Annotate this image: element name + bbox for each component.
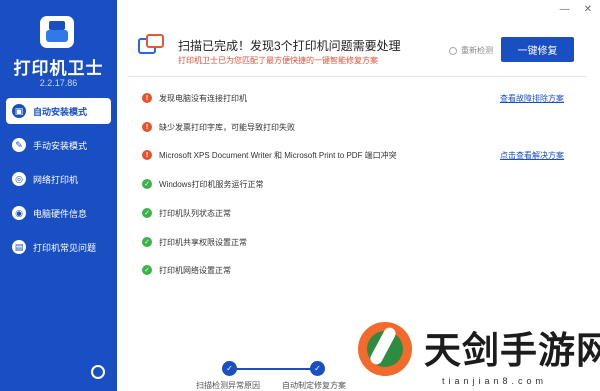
chip-icon: ◉ (12, 206, 26, 220)
site-watermark: 天剑手游网 tianjian8.com (346, 318, 600, 391)
sidebar-item-auto-install[interactable]: ▣ 自动安装模式 (6, 98, 111, 124)
progress-steps: ✓ ✓ 扫描检测异常原因 自动制定修复方案 (196, 361, 346, 391)
issue-text: Microsoft XPS Document Writer 和 Microsof… (159, 150, 397, 160)
issue-text: Windows打印机服务运行正常 (159, 179, 264, 189)
wrench-icon: ✎ (12, 138, 26, 152)
issue-text: 打印机队列状态正常 (159, 208, 231, 218)
scan-complete-icon (138, 34, 164, 56)
issue-row: ✓ 打印机队列状态正常 (142, 205, 231, 221)
issue-text: 缺少发票打印字库，可能导致打印失败 (159, 122, 295, 132)
sidebar-item-label: 自动安装模式 (33, 106, 88, 117)
sidebar-item-network-printer[interactable]: ◎ 网络打印机 (6, 166, 111, 192)
check-icon: ✓ (142, 208, 152, 218)
sidebar-item-faq[interactable]: ▤ 打印机常见问题 (6, 234, 111, 260)
check-icon: ✓ (142, 265, 152, 275)
issue-text: 打印机网络设置正常 (159, 265, 231, 275)
app-version: 2.2.17.86 (39, 78, 78, 88)
view-solution-link[interactable]: 查看故障排除方案 (500, 93, 564, 104)
step-connector (228, 368, 318, 370)
watermark-url: tianjian8.com (442, 376, 548, 386)
issue-row: ! Microsoft XPS Document Writer 和 Micros… (142, 147, 397, 163)
recheck-label: 重新检测 (461, 46, 493, 55)
step-check-icon: ✓ (310, 361, 325, 376)
scan-result-title: 扫描已完成！发现3个打印机问题需要处理 (178, 39, 401, 53)
minimize-icon[interactable]: — (560, 4, 570, 15)
watermark-logo-icon (358, 322, 412, 376)
step-check-icon: ✓ (222, 361, 237, 376)
issue-row: ✓ 打印机网络设置正常 (142, 262, 231, 278)
radio-icon (449, 46, 457, 55)
settings-icon[interactable] (91, 365, 105, 379)
printer-icon: ▤ (12, 240, 26, 254)
watermark-text: 天剑手游网 (424, 330, 600, 371)
scan-result-subtitle: 打印机卫士已为您匹配了最方便快捷的一键智能修复方案 (178, 56, 378, 65)
window-controls: — ✕ (560, 4, 592, 15)
divider (128, 76, 586, 77)
step-label: 自动制定修复方案 (282, 381, 346, 390)
check-icon: ✓ (142, 237, 152, 247)
sidebar-item-label: 网络打印机 (33, 174, 79, 185)
issue-row: ! 缺少发票打印字库，可能导致打印失败 (142, 119, 295, 135)
issue-text: 打印机共享权限设置正常 (159, 237, 247, 247)
error-icon: ! (142, 122, 152, 132)
network-icon: ◎ (12, 172, 26, 186)
sidebar-item-label: 手动安装模式 (33, 140, 88, 151)
sidebar-item-hardware-info[interactable]: ◉ 电脑硬件信息 (6, 200, 111, 226)
app-name: 打印机卫士 (13, 59, 104, 78)
view-solution-link[interactable]: 点击查看解决方案 (500, 150, 564, 161)
sidebar-nav: ▣ 自动安装模式 ✎ 手动安装模式 ◎ 网络打印机 ◉ 电脑硬件信息 ▤ 打印机… (6, 98, 111, 268)
error-icon: ! (142, 150, 152, 160)
recheck-option[interactable]: 重新检测 (449, 45, 493, 56)
sidebar-item-label: 打印机常见问题 (33, 242, 97, 253)
issue-row: ! 发现电脑没有连接打印机 (142, 90, 247, 106)
step-label: 扫描检测异常原因 (196, 381, 260, 390)
one-click-fix-button[interactable]: 一键修复 (501, 37, 574, 62)
sidebar-item-manual-install[interactable]: ✎ 手动安装模式 (6, 132, 111, 158)
monitor-icon: ▣ (12, 104, 26, 118)
error-icon: ! (142, 93, 152, 103)
issue-row: ✓ Windows打印机服务运行正常 (142, 176, 263, 192)
printer-logo-icon (40, 16, 74, 48)
close-icon[interactable]: ✕ (584, 4, 592, 15)
issue-text: 发现电脑没有连接打印机 (159, 93, 247, 103)
issue-row: ✓ 打印机共享权限设置正常 (142, 234, 247, 250)
sidebar-item-label: 电脑硬件信息 (33, 208, 88, 219)
sidebar: 打印机卫士 2.2.17.86 ▣ 自动安装模式 ✎ 手动安装模式 ◎ 网络打印… (0, 0, 117, 391)
check-icon: ✓ (142, 179, 152, 189)
